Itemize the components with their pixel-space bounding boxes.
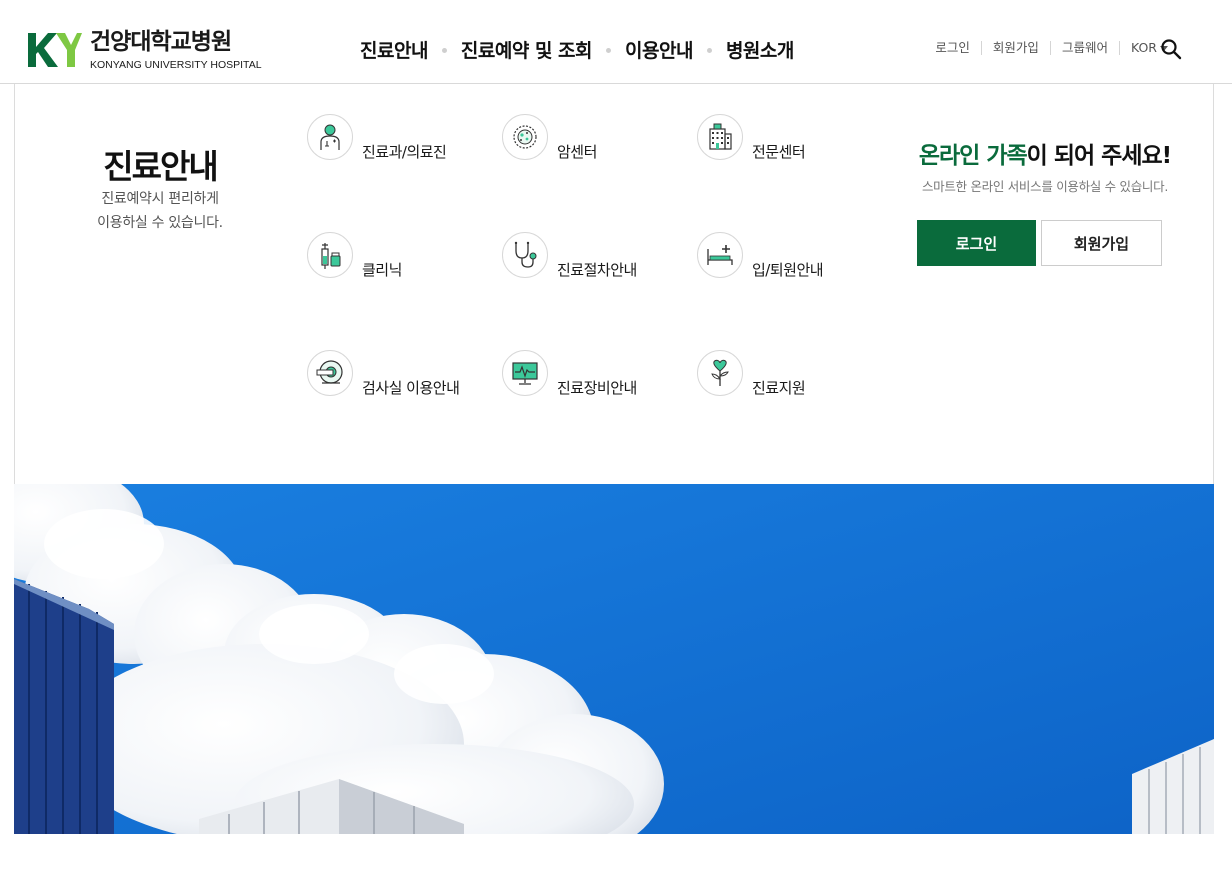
menu-item-label: 진료과/의료진 [362,143,447,161]
util-join-link[interactable]: 회원가입 [980,41,1050,55]
panel-title: 진료안내 [103,147,218,186]
menu-item-specialty-center[interactable]: 전문센터 [697,114,806,161]
site-header: 건양대학교병원 KONYANG UNIVERSITY HOSPITAL 진료안내… [0,0,1232,84]
hospital-building-icon [697,114,743,160]
stethoscope-icon [502,232,548,278]
search-icon[interactable] [1160,38,1182,60]
mega-menu-panel: 진료안내 진료예약시 편리하게 이용하실 수 있습니다. 진료과/의료진 암센터… [14,84,1214,484]
cancer-cell-icon [502,114,548,160]
nav-separator-dot [706,48,712,53]
welcome-subtitle: 스마트한 온라인 서비스를 이용하실 수 있습니다. [921,179,1169,194]
welcome-title-rest: 이 되어 주세요! [1026,143,1172,169]
panel-desc-line1: 진료예약시 편리하게 [101,191,219,207]
menu-item-label: 암센터 [557,143,597,161]
ky-logo-mark-icon [28,33,82,67]
global-nav: 진료안내 진료예약 및 조회 이용안내 병원소개 [360,36,794,63]
menu-item-clinic[interactable]: 클리닉 [307,232,402,279]
menu-item-support[interactable]: 진료지원 [697,350,806,397]
menu-item-label: 검사실 이용안내 [362,379,460,397]
login-button[interactable]: 로그인 [917,220,1036,266]
panel-desc-line2: 이용하실 수 있습니다. [97,215,223,231]
menu-item-label: 진료절차안내 [557,261,637,279]
nav-medical-guide[interactable]: 진료안내 [360,36,428,63]
welcome-box: 온라인 가족이 되어 주세요! 스마트한 온라인 서비스를 이용하실 수 있습니… [885,136,1205,195]
menu-item-departments[interactable]: 진료과/의료진 [307,114,447,161]
util-login-link[interactable]: 로그인 [935,41,981,55]
mri-scanner-icon [307,350,353,396]
language-label: KOR [1130,40,1157,55]
nav-separator-dot [441,48,447,53]
menu-item-label: 전문센터 [752,143,806,161]
heart-monitor-icon [502,350,548,396]
nav-separator-dot [606,48,612,53]
menu-item-label: 클리닉 [362,261,402,279]
join-button[interactable]: 회원가입 [1041,220,1162,266]
menu-item-cancer-center[interactable]: 암센터 [502,114,597,161]
menu-item-equipment[interactable]: 진료장비안내 [502,350,637,397]
logo-name-english: KONYANG UNIVERSITY HOSPITAL [90,59,262,71]
menu-item-lab-guide[interactable]: 검사실 이용안내 [307,350,460,397]
menu-item-procedure[interactable]: 진료절차안내 [502,232,637,279]
menu-item-label: 진료장비안내 [557,379,637,397]
welcome-title-highlight: 온라인 가족 [918,143,1028,169]
hospital-bed-icon [697,232,743,278]
utility-links: 로그인 회원가입 그룹웨어 KOR [935,41,1179,55]
hospital-logo[interactable]: 건양대학교병원 KONYANG UNIVERSITY HOSPITAL [26,28,262,74]
syringe-medicine-icon [307,232,353,278]
doctor-icon [307,114,353,160]
util-groupware-link[interactable]: 그룹웨어 [1049,41,1119,55]
nav-hospital-intro[interactable]: 병원소개 [726,36,794,63]
hero-sky-buildings-image [14,484,1214,834]
welcome-title: 온라인 가족이 되어 주세요! [885,136,1205,170]
panel-description: 진료예약시 편리하게 이용하실 수 있습니다. [15,187,305,235]
hero-image [14,484,1214,834]
menu-item-label: 입/퇴원안내 [752,261,824,279]
menu-item-label: 진료지원 [752,379,806,397]
menu-item-admission[interactable]: 입/퇴원안내 [697,232,824,279]
nav-usage-guide[interactable]: 이용안내 [625,36,693,63]
logo-name-korean: 건양대학교병원 [90,29,232,55]
nav-reservation[interactable]: 진료예약 및 조회 [461,36,593,63]
heart-plant-icon [697,350,743,396]
